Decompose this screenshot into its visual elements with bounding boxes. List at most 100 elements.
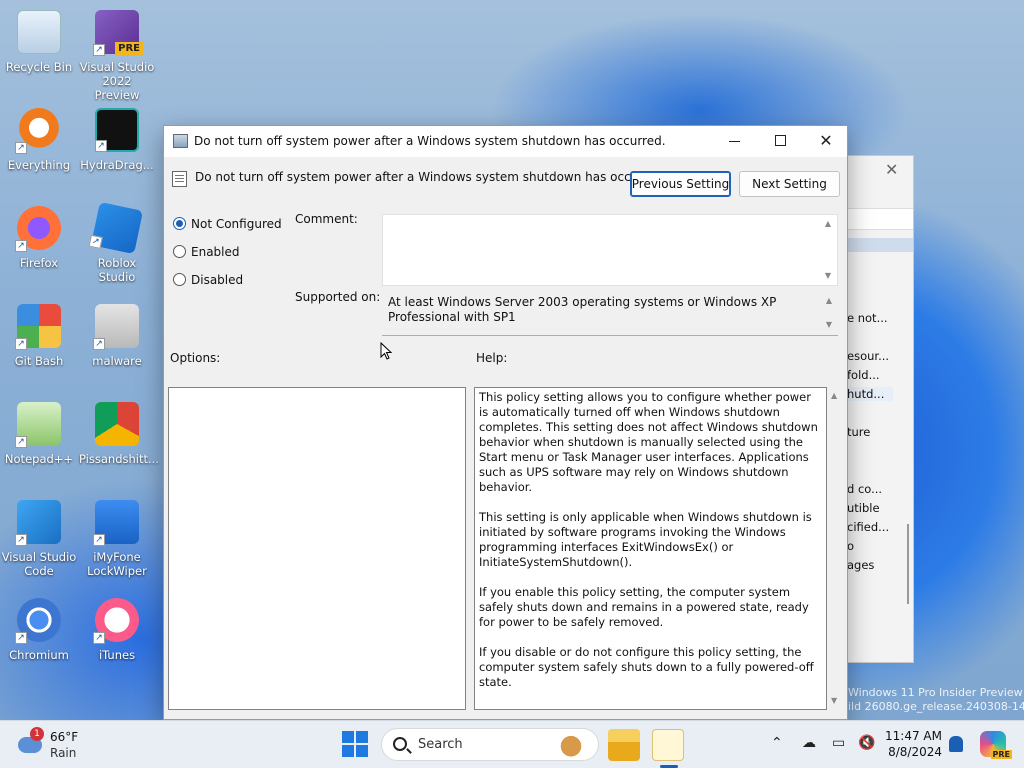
- supported-on-label: Supported on:: [295, 290, 381, 304]
- desktop-icon-firefox[interactable]: ↗ Firefox: [1, 206, 77, 270]
- chrome-like-icon: [95, 402, 139, 446]
- desktop-icon-everything[interactable]: ↗ Everything: [1, 108, 77, 172]
- desktop-icon-chromium[interactable]: ↗ Chromium: [1, 598, 77, 662]
- shortcut-arrow-icon: ↗: [93, 632, 105, 644]
- list-item[interactable]: d co...: [847, 482, 882, 496]
- start-button[interactable]: [342, 731, 368, 757]
- notification-bell-icon[interactable]: [949, 736, 963, 752]
- display-icon[interactable]: ▭: [832, 735, 845, 751]
- options-label: Options:: [170, 351, 221, 365]
- scroll-down-icon[interactable]: ▼: [831, 696, 837, 705]
- maximize-icon: [774, 134, 786, 146]
- desktop-icon-label: Notepad++: [4, 452, 74, 466]
- desktop-icon-pissandshitt[interactable]: Pissandshitt...: [79, 402, 159, 466]
- notification-badge: 1: [30, 727, 44, 741]
- scroll-up-icon[interactable]: ▲: [831, 391, 837, 400]
- list-item[interactable]: o: [847, 539, 854, 553]
- radio-enabled[interactable]: Enabled: [173, 245, 240, 259]
- copilot-button[interactable]: PRE: [980, 731, 1012, 759]
- previous-setting-button[interactable]: Previous Setting: [630, 171, 731, 197]
- minimize-icon: [728, 141, 740, 142]
- comment-field[interactable]: ▲ ▼: [382, 214, 838, 286]
- desktop-icon-itunes[interactable]: ↗ iTunes: [79, 598, 155, 662]
- list-item[interactable]: utible: [847, 501, 880, 515]
- background-window-header: [847, 238, 913, 252]
- chevron-up-icon[interactable]: ⌃: [771, 735, 783, 751]
- hydra-icon: ↗: [95, 108, 139, 152]
- close-icon[interactable]: ✕: [885, 160, 898, 179]
- radio-icon[interactable]: [173, 245, 186, 258]
- policy-app-icon: [173, 134, 188, 148]
- weather-widget[interactable]: 1 66°F Rain: [14, 727, 84, 763]
- desktop-icon-notepad-plus-plus[interactable]: ↗ Notepad++: [1, 402, 77, 466]
- scroll-up-icon[interactable]: ▲: [823, 219, 833, 228]
- maximize-button[interactable]: [757, 126, 803, 157]
- background-window[interactable]: ✕ e not... esour... fold... hutd... ture…: [846, 155, 914, 663]
- scrollbar[interactable]: [903, 254, 913, 644]
- list-item[interactable]: ages: [847, 558, 874, 572]
- scroll-up-icon[interactable]: ▲: [824, 296, 834, 305]
- desktop-icon-roblox-studio[interactable]: ↗ Roblox Studio: [79, 201, 155, 284]
- desktop-icon-malware[interactable]: ↗ malware: [79, 304, 155, 368]
- help-paragraph: If you disable or do not configure this …: [479, 645, 814, 689]
- notepad-taskbar-button[interactable]: [652, 729, 684, 761]
- desktop-icon-label: Firefox: [19, 256, 59, 270]
- file-explorer-taskbar-button[interactable]: [608, 729, 640, 761]
- recycle-bin-icon: [17, 10, 61, 54]
- radio-not-configured[interactable]: Not Configured: [173, 217, 282, 231]
- setting-name: Do not turn off system power after a Win…: [195, 170, 667, 184]
- scroll-down-icon[interactable]: ▼: [824, 320, 834, 329]
- desktop-icon-label: iMyFone LockWiper: [87, 550, 147, 578]
- windows-logo-icon: [342, 745, 354, 757]
- options-pane[interactable]: [168, 387, 466, 710]
- desktop-icon-label: Visual Studio Code: [1, 550, 77, 578]
- radio-selected-icon[interactable]: [173, 217, 186, 230]
- help-paragraph: If you enable this policy setting, the c…: [479, 585, 809, 629]
- desktop-icon-imyfone[interactable]: ↗ iMyFone LockWiper: [79, 500, 155, 578]
- watermark-line: Windows 11 Pro Insider Preview: [848, 686, 1023, 699]
- close-button[interactable]: ✕: [803, 126, 849, 157]
- desktop-icon-label: Everything: [7, 158, 71, 172]
- policy-setting-dialog: Do not turn off system power after a Win…: [163, 125, 848, 720]
- title-bar[interactable]: Do not turn off system power after a Win…: [164, 126, 847, 157]
- cloud-offline-icon[interactable]: ☁: [802, 735, 816, 751]
- watermark-line: ild 26080.ge_release.240308-1400: [848, 700, 1024, 713]
- taskbar-search[interactable]: Search: [381, 728, 599, 761]
- shortcut-arrow-icon: ↗: [15, 632, 27, 644]
- supported-on-value: At least Windows Server 2003 operating s…: [388, 295, 777, 324]
- desktop-icon-git-bash[interactable]: ↗ Git Bash: [1, 304, 77, 368]
- desktop-icon-visual-studio-2022[interactable]: ↗ PRE Visual Studio 2022 Preview: [79, 10, 155, 102]
- windows-logo-icon: [356, 731, 368, 743]
- list-item[interactable]: esour...: [847, 349, 889, 363]
- desktop-icon-recycle-bin[interactable]: Recycle Bin: [1, 10, 77, 74]
- desktop-icon-label: Pissandshitt...: [79, 452, 159, 466]
- list-item[interactable]: fold...: [847, 368, 880, 382]
- help-scrollbar[interactable]: ▲ ▼: [830, 387, 842, 710]
- radio-disabled[interactable]: Disabled: [173, 273, 243, 287]
- imyfone-icon: ↗: [93, 500, 139, 546]
- desktop-icon-vscode[interactable]: ↗ Visual Studio Code: [1, 500, 77, 578]
- volume-muted-icon[interactable]: 🔇: [858, 735, 875, 751]
- minimize-button[interactable]: [711, 126, 757, 157]
- close-icon: ✕: [819, 131, 833, 150]
- desktop-icon-hydra[interactable]: ↗ HydraDrag...: [79, 108, 155, 172]
- everything-search-icon: ↗: [15, 108, 61, 154]
- search-highlight-cat-icon: [558, 733, 584, 757]
- list-item-selected[interactable]: hutd...: [847, 387, 893, 401]
- roblox-studio-icon: ↗: [88, 201, 144, 255]
- scrollbar-thumb[interactable]: [907, 524, 909, 604]
- help-paragraph: This setting is only applicable when Win…: [479, 510, 812, 569]
- radio-icon[interactable]: [173, 273, 186, 286]
- next-setting-button[interactable]: Next Setting: [739, 171, 840, 197]
- help-pane[interactable]: This policy setting allows you to config…: [474, 387, 827, 710]
- list-item[interactable]: ture: [847, 425, 870, 439]
- desktop-icon-label: Visual Studio 2022 Preview: [79, 60, 155, 102]
- clock-time: 11:47 AM: [885, 729, 942, 743]
- window-title: Do not turn off system power after a Win…: [194, 134, 666, 148]
- list-item[interactable]: cified...: [847, 520, 889, 534]
- taskbar: 1 66°F Rain Search ⌃ ☁ ▭ 🔇 11:47 AM 8/8/…: [0, 720, 1024, 768]
- clock[interactable]: 11:47 AM 8/8/2024: [884, 728, 942, 760]
- list-item[interactable]: e not...: [847, 311, 888, 325]
- scroll-down-icon[interactable]: ▼: [823, 271, 833, 280]
- background-window-toolbar: [847, 208, 913, 230]
